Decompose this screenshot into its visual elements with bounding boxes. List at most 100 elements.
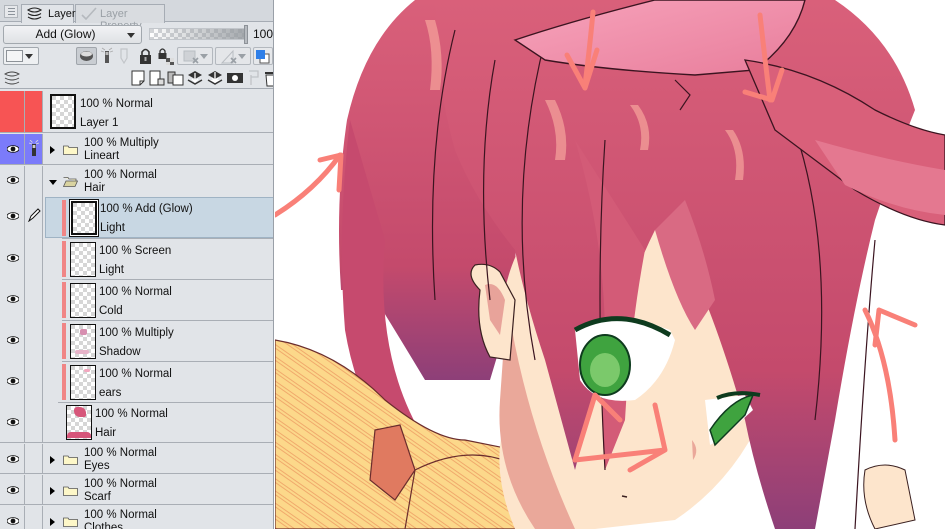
layer-color-button[interactable]: [253, 47, 273, 65]
visibility-toggle[interactable]: [0, 134, 25, 164]
eye-icon: [7, 377, 19, 385]
blend-mode-value: Add (Glow): [35, 27, 96, 41]
visibility-toggle[interactable]: [0, 279, 25, 320]
visibility-toggle[interactable]: [0, 506, 25, 529]
layer-row-light-glow[interactable]: 100 % Add (Glow) Light: [0, 197, 273, 238]
visibility-toggle[interactable]: [0, 166, 25, 197]
expand-folder-toggle[interactable]: [50, 146, 55, 154]
layer-row-ears[interactable]: 100 % Normal ears: [0, 361, 273, 402]
drawing-canvas[interactable]: [275, 0, 945, 529]
folder-icon: [63, 517, 78, 527]
expand-folder-toggle[interactable]: [50, 456, 55, 464]
layer-name: Light: [100, 222, 125, 234]
eye-icon: [7, 212, 19, 220]
ruler-dropdown[interactable]: [215, 47, 251, 65]
merge-with-lower-layer-icon[interactable]: [206, 69, 224, 87]
expand-folder-toggle[interactable]: [50, 487, 55, 495]
edit-target-toggle[interactable]: [25, 238, 43, 279]
lock-icon: [140, 48, 151, 64]
clipping-indicator: [62, 241, 66, 277]
edit-target-toggle[interactable]: [25, 444, 43, 473]
clipping-indicator: [62, 364, 66, 400]
edit-target-toggle[interactable]: [25, 506, 43, 529]
new-vector-layer-icon[interactable]: [148, 69, 166, 87]
artwork-illustration: [275, 0, 945, 529]
expand-folder-toggle[interactable]: [50, 518, 55, 526]
arrow-right: [862, 307, 898, 443]
expression-color-dropdown[interactable]: [3, 47, 39, 65]
layer-mask-dropdown[interactable]: [177, 47, 213, 65]
reference-layer-icon: [29, 140, 39, 156]
layer-blend: 100 % Add (Glow): [100, 203, 193, 215]
visibility-toggle[interactable]: [0, 91, 25, 132]
new-raster-layer-icon[interactable]: [130, 69, 146, 87]
layer-name: Eyes: [84, 460, 110, 472]
tab-layer[interactable]: Layer: [21, 4, 76, 23]
visibility-toggle[interactable]: [0, 402, 25, 442]
layer-blend: 100 % Normal: [99, 368, 172, 380]
transfer-to-lower-layer-icon[interactable]: [186, 69, 204, 87]
layer-row-hair-raster[interactable]: 100 % Normal Hair: [0, 402, 273, 443]
eye-icon: [7, 254, 19, 262]
visibility-toggle[interactable]: [0, 361, 25, 402]
eye-icon: [7, 176, 19, 184]
edit-target-toggle[interactable]: [25, 320, 43, 361]
layer-row-eyes[interactable]: 100 % Normal Eyes: [0, 444, 273, 474]
layer-row-shadow[interactable]: 100 % Multiply Shadow: [0, 320, 273, 361]
tab-layer-property[interactable]: Layer Property: [75, 4, 165, 32]
folder-icon: [63, 455, 78, 465]
panel-menu-button[interactable]: [4, 5, 18, 18]
visibility-toggle[interactable]: [0, 238, 25, 279]
edit-target-toggle[interactable]: [25, 279, 43, 320]
clipping-indicator: [62, 200, 66, 236]
eye-icon: [7, 455, 19, 463]
clip-to-layer-below-button[interactable]: [76, 47, 97, 65]
edit-target-toggle[interactable]: [25, 402, 43, 442]
create-layer-mask-icon[interactable]: [226, 70, 244, 86]
opacity-slider-track[interactable]: [149, 28, 245, 40]
collapse-folder-toggle[interactable]: [49, 180, 57, 185]
blend-opacity-row: Add (Glow) 100: [0, 24, 273, 45]
layer-row-clothes[interactable]: 100 % Normal Clothes: [0, 506, 273, 529]
edit-target-toggle[interactable]: [25, 475, 43, 504]
folder-icon: [63, 486, 78, 496]
layer-name: Hair: [84, 182, 106, 194]
layer-row-light-screen[interactable]: 100 % Screen Light: [0, 238, 273, 279]
edit-target-toggle[interactable]: [25, 91, 43, 132]
new-folder-icon[interactable]: [167, 69, 185, 87]
lock-layer-button[interactable]: [138, 47, 153, 65]
lock-transparent-pixels-button[interactable]: [157, 47, 175, 65]
visibility-toggle[interactable]: [0, 320, 25, 361]
layer-blend: 100 % Normal: [99, 286, 172, 298]
layer-blend: 100 % Multiply: [84, 137, 159, 149]
layer-toolbar-row2: [0, 67, 274, 89]
layer-list-icon[interactable]: [4, 70, 20, 86]
layer-row-cold[interactable]: 100 % Normal Cold: [0, 279, 273, 320]
reference-layer-button[interactable]: [100, 47, 114, 65]
layer-row-lineart[interactable]: 100 % Multiply Lineart: [0, 134, 273, 165]
opacity-value[interactable]: 100: [253, 27, 273, 41]
layer-name: ears: [99, 387, 122, 399]
hand: [863, 464, 916, 529]
edit-target-toggle[interactable]: [25, 361, 43, 402]
layer-row-hair-folder[interactable]: 100 % Normal Hair: [0, 166, 273, 197]
layer-row-scarf[interactable]: 100 % Normal Scarf: [0, 475, 273, 505]
edit-target-toggle[interactable]: [25, 197, 43, 238]
layer-thumbnail: [70, 324, 96, 359]
edit-target-toggle[interactable]: [25, 134, 43, 164]
apply-mask-icon[interactable]: [246, 69, 262, 87]
layer-blend: 100 % Screen: [99, 245, 172, 257]
edit-target-toggle[interactable]: [25, 166, 43, 197]
layer-row-layer-1[interactable]: 100 % Normal Layer 1: [0, 91, 273, 133]
chevron-down-icon: [238, 54, 246, 59]
arrow-left: [275, 152, 343, 218]
visibility-toggle[interactable]: [0, 475, 25, 504]
opacity-slider-handle[interactable]: [244, 25, 248, 44]
visibility-toggle[interactable]: [0, 444, 25, 473]
layer-name: Light: [99, 264, 124, 276]
blend-mode-select[interactable]: Add (Glow): [3, 25, 142, 44]
eye-icon: [7, 418, 19, 426]
delete-layer-icon[interactable]: [264, 69, 274, 87]
draft-layer-button[interactable]: [118, 47, 130, 65]
visibility-toggle[interactable]: [0, 197, 25, 238]
